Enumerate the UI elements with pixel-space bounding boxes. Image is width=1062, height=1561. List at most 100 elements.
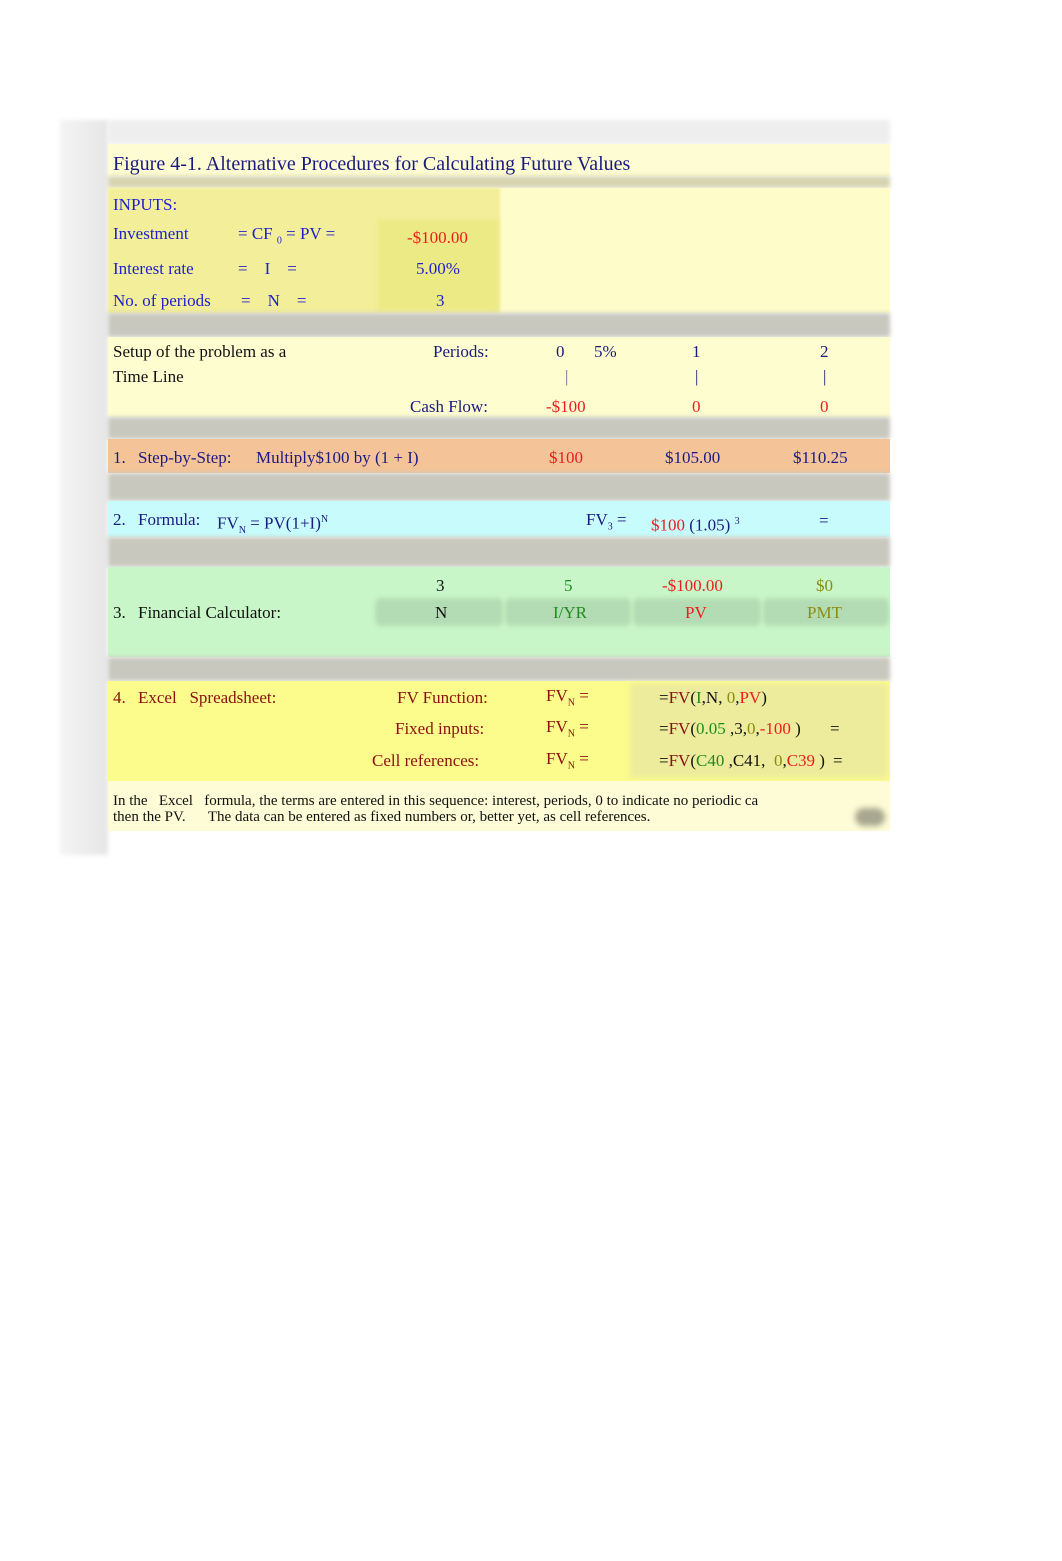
step4-number: 4. xyxy=(113,688,126,707)
formula-pv: PV xyxy=(739,688,762,707)
cashflow-0: -$100 xyxy=(546,397,586,416)
calc-value-pmt: $0 xyxy=(816,576,833,595)
excel-formula[interactable]: =FV(0.05 ,3,0,-100 ) xyxy=(659,719,801,739)
note-line-2: then the PV. The data can be entered as … xyxy=(113,809,651,825)
exponent: 3 xyxy=(734,516,740,527)
fv-text: FV xyxy=(217,513,239,533)
fv-subscript: N xyxy=(238,525,246,537)
row-headers xyxy=(60,120,108,855)
period-2: 2 xyxy=(820,342,829,361)
step1-value-1: $105.00 xyxy=(665,448,721,467)
excel-fv-label: FVN = xyxy=(546,686,589,713)
eq-text: = xyxy=(574,749,589,768)
formula-exponent: N xyxy=(320,514,329,525)
input-equation: = N = xyxy=(241,291,307,310)
calc-key-label-pmt[interactable]: PMT xyxy=(807,603,842,623)
note-line-1: In the Excel formula, the terms are ente… xyxy=(113,793,759,809)
cashflow-1: 0 xyxy=(692,397,701,416)
timeline-label-1: Setup of the problem as a xyxy=(113,342,287,361)
formula-eq: = xyxy=(659,751,669,770)
pv-value: $100 xyxy=(651,515,685,535)
eq-text: = xyxy=(574,717,589,736)
fv-text: FV xyxy=(586,510,608,529)
excel-result-eq: = xyxy=(830,719,840,738)
formula-pv: -100 xyxy=(759,719,791,738)
timeline-tick: | xyxy=(695,367,699,386)
separator xyxy=(108,537,890,567)
input-label: No. of periods xyxy=(113,291,211,310)
step1-value-2: $110.25 xyxy=(793,448,848,467)
excel-row-label: Fixed inputs: xyxy=(395,719,485,738)
fv-subscript: N xyxy=(567,697,575,709)
excel-row-label: FV Function: xyxy=(397,688,488,707)
input-equation: = CF 0 = PV = xyxy=(238,224,335,251)
separator xyxy=(108,473,890,501)
input-value[interactable]: -$100.00 xyxy=(407,228,468,248)
formula-pv: C39 xyxy=(786,751,816,770)
formula-fn: FV xyxy=(668,751,691,770)
inputs-heading: INPUTS: xyxy=(113,195,178,214)
step1-description: Multiply$100 by (1 + I) xyxy=(256,448,419,467)
step2-fv3: FV3 = xyxy=(586,510,627,537)
input-value[interactable]: 3 xyxy=(436,291,445,311)
formula-fn: FV xyxy=(668,719,691,738)
step4-label: Excel Spreadsheet: xyxy=(138,688,277,707)
eq-tail: = PV = xyxy=(281,224,336,243)
timeline-label-2: Time Line xyxy=(113,367,184,386)
step3-number: 3. xyxy=(113,603,126,622)
excel-fv-label: FVN = xyxy=(546,749,589,776)
eq-text: = CF xyxy=(238,224,273,243)
formula-eq: = xyxy=(659,688,669,707)
step1-value-0: $100 xyxy=(549,448,583,467)
periods-label: Periods: xyxy=(433,342,489,361)
excel-row-label: Cell references: xyxy=(372,751,480,770)
page-title: Figure 4-1. Alternative Procedures for C… xyxy=(113,153,631,175)
period-1: 1 xyxy=(692,342,701,361)
step3-label: Financial Calculator: xyxy=(138,603,282,622)
formula-eq: = xyxy=(659,719,669,738)
timeline-rate: 5% xyxy=(594,342,617,361)
separator xyxy=(108,313,890,337)
formula-rate: C40 xyxy=(696,751,725,770)
excel-formula[interactable]: =FV(I,N, 0,PV) xyxy=(659,688,767,708)
calc-value-pv: -$100.00 xyxy=(662,576,723,595)
formula-paren: ) xyxy=(815,751,825,770)
step2-calculation: $100 (1.05) 3 xyxy=(651,512,740,536)
formula-rate: 0.05 xyxy=(696,719,726,738)
sheet-scroll-handle[interactable] xyxy=(855,808,885,826)
calc-value-iyr: 5 xyxy=(564,576,573,595)
formula-nper: ,C41, xyxy=(724,751,774,770)
fv-text: FV xyxy=(546,717,568,736)
formula-nper: ,N, xyxy=(701,688,727,707)
calc-key-label-pv[interactable]: PV xyxy=(685,603,707,623)
step2-number: 2. xyxy=(113,510,126,529)
timeline-tick: | xyxy=(565,367,569,386)
formula-text: = PV(1+I) xyxy=(245,513,321,533)
excel-result-eq: = xyxy=(833,751,843,770)
cashflow-label: Cash Flow: xyxy=(410,397,488,416)
fv-text: FV xyxy=(546,749,568,768)
input-value[interactable]: 5.00% xyxy=(416,259,460,279)
column-headers xyxy=(108,120,890,144)
fv-subscript: N xyxy=(567,728,575,740)
excel-formula[interactable]: =FV(C40 ,C41, 0,C39 ) xyxy=(659,751,825,771)
eq-text: = xyxy=(574,686,589,705)
calc-key-label-n[interactable]: N xyxy=(435,603,447,623)
cashflow-2: 0 xyxy=(820,397,829,416)
calc-value-n: 3 xyxy=(436,576,445,595)
step2-formula: FVN = PV(1+I)N xyxy=(217,510,328,541)
step2-result-eq: = xyxy=(819,511,829,530)
separator xyxy=(108,176,890,188)
fv-text: FV xyxy=(546,686,568,705)
growth-factor: (1.05) xyxy=(689,515,731,535)
input-label: Interest rate xyxy=(113,259,194,278)
step1-number: 1. xyxy=(113,448,126,467)
separator xyxy=(108,657,890,681)
formula-paren: ) xyxy=(761,688,767,707)
formula-pmt: 0 xyxy=(726,688,736,707)
eq-text: = xyxy=(612,510,627,529)
calc-key-label-iyr[interactable]: I/YR xyxy=(553,603,587,623)
period-0: 0 xyxy=(556,342,565,361)
formula-fn: FV xyxy=(668,688,691,707)
formula-pmt: 0 xyxy=(747,719,756,738)
